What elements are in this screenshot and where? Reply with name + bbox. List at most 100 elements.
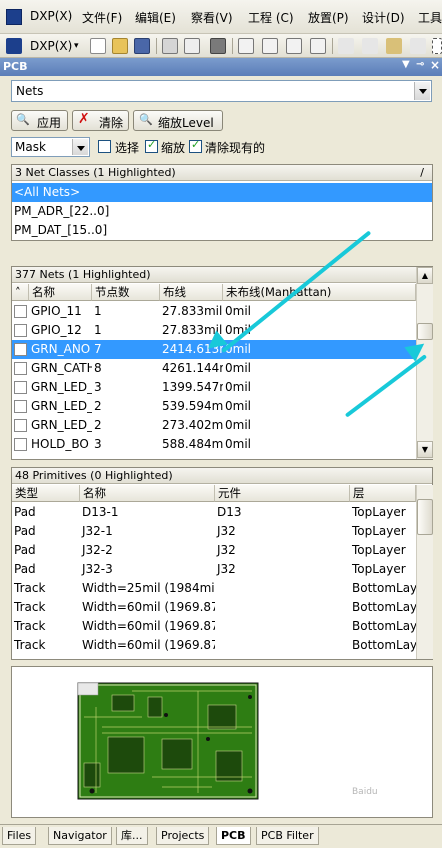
net-unrouted: 0mil bbox=[225, 399, 251, 413]
print-preview-icon[interactable] bbox=[184, 38, 200, 54]
tab-projects[interactable]: Projects bbox=[156, 827, 210, 845]
net-color-swatch[interactable] bbox=[14, 324, 27, 337]
nets-col-routed[interactable]: 布线 bbox=[160, 284, 223, 301]
print-icon[interactable] bbox=[162, 38, 178, 54]
primitives-count: 48 Primitives (0 Highlighted) bbox=[15, 469, 173, 482]
zoom-area-icon[interactable] bbox=[262, 38, 278, 54]
toolbar-separator bbox=[232, 38, 233, 54]
net-color-swatch[interactable] bbox=[14, 438, 27, 451]
open-folder-icon[interactable] bbox=[112, 38, 128, 54]
copy-icon[interactable] bbox=[362, 38, 378, 54]
zoom-filter-icon[interactable] bbox=[310, 38, 326, 54]
primitive-component bbox=[215, 617, 350, 636]
close-icon[interactable]: × bbox=[430, 58, 440, 72]
prim-col-layer[interactable]: 层 bbox=[350, 485, 416, 502]
nets-col-name[interactable]: 名称 bbox=[29, 284, 92, 301]
menu-dxp[interactable]: DXP(X) bbox=[30, 9, 72, 23]
paste-icon[interactable] bbox=[386, 38, 402, 54]
net-color-swatch[interactable] bbox=[14, 362, 27, 375]
net-class-item[interactable]: PM_ADR_[22..0] bbox=[12, 202, 432, 221]
menu-view[interactable]: 察看(V) bbox=[191, 9, 233, 26]
net-color-swatch[interactable] bbox=[14, 419, 27, 432]
primitives-column-headers: 类型 名称 元件 层 bbox=[12, 485, 416, 502]
magnifier-icon: 🔍 bbox=[16, 113, 30, 126]
scroll-thumb[interactable] bbox=[417, 499, 433, 535]
tab-navigator[interactable]: Navigator bbox=[48, 827, 112, 845]
nets-col-unrouted[interactable]: 未布线(Manhattan) bbox=[223, 284, 416, 301]
prim-col-component[interactable]: 元件 bbox=[215, 485, 350, 502]
net-name: GRN_CATH bbox=[31, 361, 92, 375]
zoom-fit-icon[interactable] bbox=[238, 38, 254, 54]
primitive-row[interactable]: Pad J32-1 J32 TopLayer bbox=[12, 522, 416, 541]
menu-design[interactable]: 设计(D) bbox=[362, 9, 405, 26]
primitive-row[interactable]: Track Width=25mil (1984mil,4 BottomLaye bbox=[12, 579, 416, 598]
scroll-down-arrow[interactable]: ▼ bbox=[417, 441, 433, 458]
net-row[interactable]: GRN_LED_2 273.402mil0mil bbox=[12, 416, 416, 435]
net-classes-count: 3 Net Classes (1 Highlighted) bbox=[15, 166, 176, 179]
apply-button[interactable]: 🔍 应用 bbox=[11, 110, 68, 131]
prim-col-type[interactable]: 类型 bbox=[12, 485, 80, 502]
chevron-down-icon[interactable] bbox=[414, 82, 430, 100]
net-color-swatch[interactable] bbox=[14, 305, 27, 318]
primitive-component: D13 bbox=[217, 505, 242, 519]
chevron-down-icon[interactable] bbox=[72, 139, 88, 155]
net-row[interactable]: GRN_CATH8 4261.144m0mil bbox=[12, 359, 416, 378]
nets-col-sort[interactable]: ˄ bbox=[12, 284, 29, 301]
board-preview[interactable]: Baidu bbox=[11, 666, 433, 818]
new-document-icon[interactable] bbox=[90, 38, 106, 54]
net-name: GPIO_11 bbox=[31, 304, 82, 318]
clear-existing-checkbox[interactable] bbox=[189, 138, 202, 153]
primitive-row[interactable]: Track Width=60mil (1969.874r BottomLaye bbox=[12, 636, 416, 655]
menu-edit[interactable]: 编辑(E) bbox=[135, 9, 176, 26]
zoom-selected-icon[interactable] bbox=[286, 38, 302, 54]
panel-menu-icon[interactable]: ▼ bbox=[402, 59, 410, 70]
net-row[interactable]: HOLD_BO 3 588.484mil0mil bbox=[12, 435, 416, 454]
net-color-swatch[interactable] bbox=[14, 343, 27, 356]
tab-pcb-filter[interactable]: PCB Filter bbox=[256, 827, 319, 845]
net-unrouted: 0mil bbox=[225, 418, 251, 432]
tab-pcb[interactable]: PCB bbox=[216, 827, 251, 845]
primitive-row[interactable]: Pad J32-3 J32 TopLayer bbox=[12, 560, 416, 579]
net-class-item[interactable]: <All Nets> bbox=[12, 183, 432, 202]
zoom-level-button[interactable]: 🔍 缩放Level bbox=[133, 110, 223, 131]
select-checkbox[interactable] bbox=[98, 140, 111, 153]
nets-col-nodes[interactable]: 节点数 bbox=[92, 284, 160, 301]
primitive-row[interactable]: Pad D13-1 D13 TopLayer bbox=[12, 503, 416, 522]
primitives-scrollbar[interactable] bbox=[416, 485, 433, 659]
menu-place[interactable]: 放置(P) bbox=[308, 9, 349, 26]
dxp-logo-icon[interactable] bbox=[6, 38, 22, 54]
net-color-swatch[interactable] bbox=[14, 400, 27, 413]
primitive-type: Pad bbox=[14, 505, 36, 519]
save-icon[interactable] bbox=[134, 38, 150, 54]
net-row[interactable]: GPIO_11 1 27.833mil 0mil bbox=[12, 302, 416, 321]
menu-tools[interactable]: 工具 bbox=[418, 9, 442, 26]
chevron-down-icon[interactable]: ▾ bbox=[74, 41, 79, 51]
tab-library[interactable]: 库... bbox=[116, 827, 148, 845]
pin-icon[interactable]: ⊸ bbox=[416, 59, 424, 70]
mask-select[interactable]: Mask bbox=[11, 137, 90, 157]
clear-button[interactable]: ✗ 清除 bbox=[72, 110, 129, 131]
primitive-layer: BottomLaye bbox=[352, 638, 416, 652]
primitive-row[interactable]: Track Width=60mil (1969.874r BottomLaye bbox=[12, 598, 416, 617]
primitive-row[interactable]: Pad J32-2 J32 TopLayer bbox=[12, 541, 416, 560]
rubber-stamp-icon[interactable] bbox=[410, 38, 426, 54]
toolbar-dxp-menu[interactable]: DXP(X) bbox=[30, 39, 72, 53]
menu-project[interactable]: 工程 (C) bbox=[248, 9, 294, 26]
select-area-icon[interactable] bbox=[432, 38, 442, 54]
filter-mode-select[interactable]: Nets bbox=[11, 80, 432, 102]
zoom-checkbox[interactable] bbox=[145, 138, 158, 153]
menu-file[interactable]: 文件(F) bbox=[82, 9, 122, 26]
tab-files[interactable]: Files bbox=[2, 827, 37, 845]
net-row[interactable]: GRN_LED_31399.547m0mil bbox=[12, 378, 416, 397]
select-label: 选择 bbox=[115, 141, 140, 155]
magnifier-icon: 🔍 bbox=[139, 113, 153, 126]
primitive-row[interactable]: Track Width=60mil (1969.874r BottomLaye bbox=[12, 617, 416, 636]
cut-icon[interactable] bbox=[338, 38, 354, 54]
layers-icon[interactable] bbox=[210, 38, 226, 54]
net-color-swatch[interactable] bbox=[14, 381, 27, 394]
scroll-up-arrow[interactable]: ▲ bbox=[417, 267, 433, 284]
prim-col-name[interactable]: 名称 bbox=[80, 485, 215, 502]
net-routed: 539.594mil bbox=[162, 399, 223, 413]
panel-title: PCB bbox=[3, 60, 28, 73]
dxp-logo-icon[interactable] bbox=[6, 9, 22, 25]
